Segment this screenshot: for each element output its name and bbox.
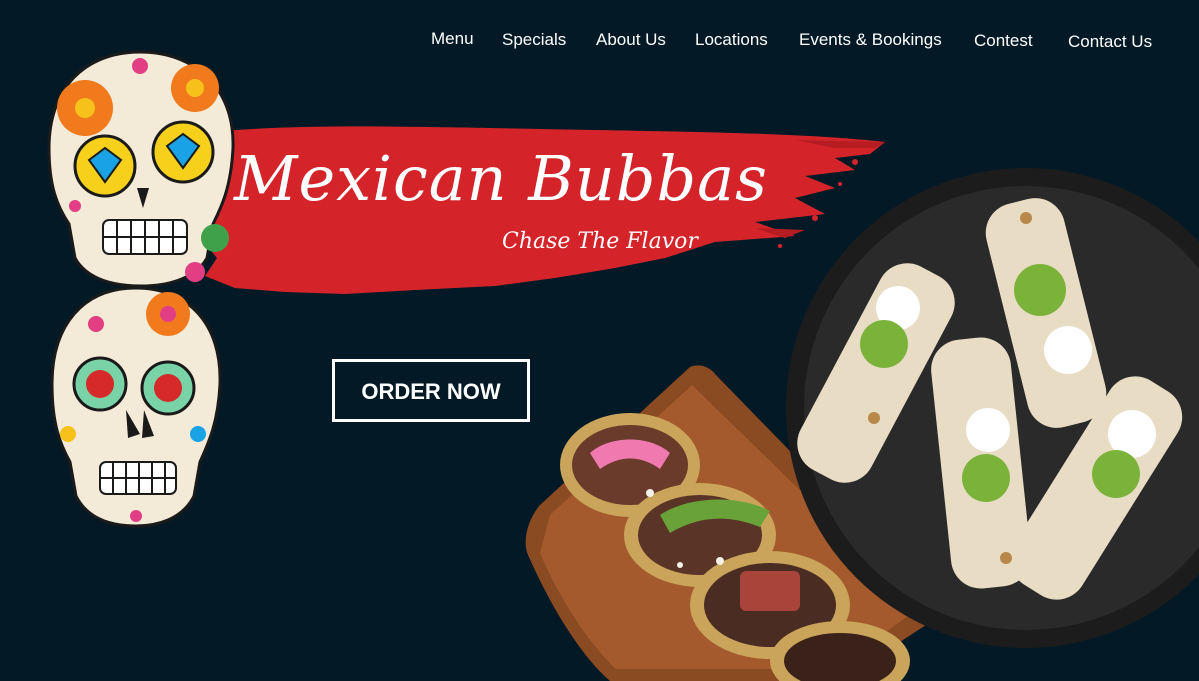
nav-link-contact-us[interactable]: Contact Us: [1068, 32, 1152, 52]
nav-link-specials[interactable]: Specials: [502, 30, 566, 50]
brand-title: Mexican Bubbas: [234, 142, 768, 215]
nav-link-locations[interactable]: Locations: [695, 30, 768, 50]
brand-tagline: Chase The Flavor: [502, 229, 698, 254]
nav-link-about-us[interactable]: About Us: [596, 30, 666, 50]
sugar-skull-icon: [47, 50, 235, 288]
burritos-skillet-image: [786, 168, 1199, 648]
sugar-skull-rose-icon: [50, 286, 222, 528]
nav-link-menu[interactable]: Menu: [431, 29, 474, 49]
nav-link-contest[interactable]: Contest: [974, 31, 1033, 51]
order-now-button[interactable]: ORDER NOW: [332, 359, 530, 422]
nav-link-events-bookings[interactable]: Events & Bookings: [799, 30, 942, 50]
